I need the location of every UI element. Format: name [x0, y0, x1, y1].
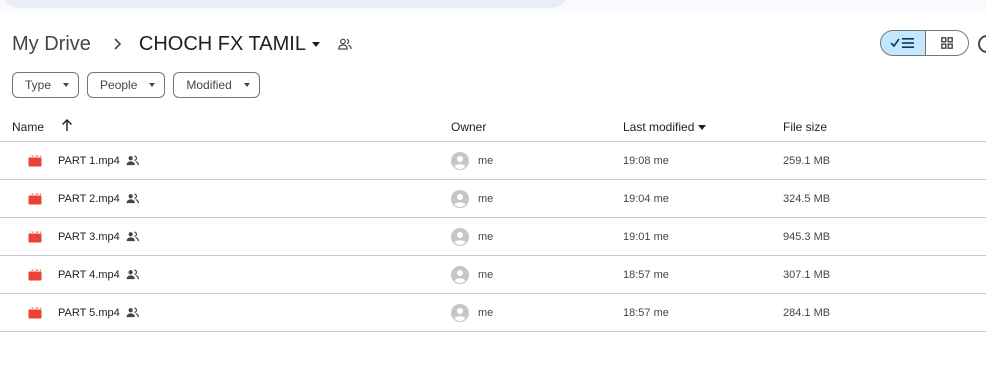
owner-cell: me [451, 294, 493, 331]
shared-people-icon [126, 269, 139, 280]
default-avatar-icon [451, 227, 469, 246]
file-size-cell: 307.1 MB [783, 268, 831, 281]
table-header: Name Owner Last modified File size [0, 110, 986, 142]
breadcrumb-my-drive[interactable]: My Drive [12, 31, 91, 58]
chevron-right-icon [105, 34, 131, 54]
file-name: PART 5.mp4 [58, 306, 120, 319]
file-name-cell: PART 5.mp4 [58, 294, 139, 331]
shared-people-icon [126, 231, 139, 242]
video-file-icon [28, 180, 42, 217]
arrow-up-icon[interactable] [61, 118, 73, 132]
file-size-cell: 284.1 MB [783, 306, 831, 319]
file-name: PART 3.mp4 [58, 230, 120, 243]
owner-cell: me [451, 256, 493, 293]
caret-down-icon [698, 124, 707, 130]
folder-title: CHOCH FX TAMIL [138, 32, 306, 55]
owner-name: me [478, 306, 494, 319]
filter-modified-chip[interactable]: Modified [173, 72, 260, 98]
caret-down-icon [311, 41, 320, 47]
column-file-size-header[interactable]: File size [783, 120, 827, 134]
caret-down-icon [243, 83, 250, 87]
info-icon[interactable] [978, 35, 986, 53]
view-toggle [880, 30, 969, 56]
breadcrumb-current-folder[interactable]: CHOCH FX TAMIL [139, 33, 320, 56]
breadcrumb: My Drive CHOCH FX TAMIL [12, 30, 354, 58]
video-file-icon [28, 294, 42, 331]
video-file-icon [28, 218, 42, 255]
caret-down-icon [63, 83, 70, 87]
table-row[interactable]: PART 2.mp4 me 19:04 me 324.5 MB [0, 180, 986, 218]
file-name: PART 1.mp4 [58, 154, 120, 167]
file-table: Name Owner Last modified File size PART … [0, 110, 986, 332]
last-modified-cell: 19:04 me [623, 192, 669, 205]
owner-name: me [478, 230, 494, 243]
video-file-icon [28, 142, 42, 179]
grid-view-button[interactable] [926, 30, 969, 56]
column-last-modified-header[interactable]: Last modified [623, 120, 707, 134]
owner-cell: me [451, 142, 493, 179]
default-avatar-icon [451, 151, 469, 170]
chip-label: People [100, 78, 138, 92]
table-row[interactable]: PART 3.mp4 me 19:01 me 945.3 MB [0, 218, 986, 256]
owner-name: me [478, 192, 494, 205]
shared-people-icon [126, 155, 139, 166]
default-avatar-icon [451, 189, 469, 208]
owner-cell: me [451, 218, 493, 255]
video-file-icon [28, 256, 42, 293]
caret-down-icon [149, 83, 156, 87]
filter-type-chip[interactable]: Type [12, 72, 80, 98]
owner-name: me [478, 268, 494, 281]
filter-people-chip[interactable]: People [87, 72, 166, 98]
grid-icon [941, 37, 953, 49]
file-name-cell: PART 2.mp4 [58, 180, 139, 217]
file-size-cell: 324.5 MB [783, 192, 831, 205]
table-row[interactable]: PART 5.mp4 me 18:57 me 284.1 MB [0, 294, 986, 332]
last-modified-cell: 18:57 me [623, 268, 669, 281]
file-size-cell: 945.3 MB [783, 230, 831, 243]
shared-people-icon [126, 307, 139, 318]
chip-label: Modified [186, 78, 232, 92]
list-view-button[interactable] [880, 30, 926, 56]
last-modified-cell: 18:57 me [623, 306, 669, 319]
file-name-cell: PART 3.mp4 [58, 218, 139, 255]
column-last-modified-label: Last modified [623, 120, 695, 134]
check-list-icon [890, 38, 914, 48]
file-name-cell: PART 1.mp4 [58, 142, 139, 179]
column-owner-header[interactable]: Owner [451, 120, 486, 134]
default-avatar-icon [451, 303, 469, 322]
owner-cell: me [451, 180, 493, 217]
filter-bar: Type People Modified [12, 72, 260, 98]
search-bar[interactable] [0, 0, 570, 8]
shared-people-icon [126, 193, 139, 204]
shared-people-icon [338, 36, 354, 52]
column-name-header[interactable]: Name [12, 120, 44, 134]
file-name-cell: PART 4.mp4 [58, 256, 139, 293]
default-avatar-icon [451, 265, 469, 284]
file-name: PART 4.mp4 [58, 268, 120, 281]
owner-name: me [478, 154, 494, 167]
file-name: PART 2.mp4 [58, 192, 120, 205]
table-row[interactable]: PART 4.mp4 me 18:57 me 307.1 MB [0, 256, 986, 294]
last-modified-cell: 19:08 me [623, 154, 669, 167]
last-modified-cell: 19:01 me [623, 230, 669, 243]
chip-label: Type [25, 78, 52, 92]
table-row[interactable]: PART 1.mp4 me 19:08 me 259.1 MB [0, 142, 986, 180]
file-size-cell: 259.1 MB [783, 154, 831, 167]
